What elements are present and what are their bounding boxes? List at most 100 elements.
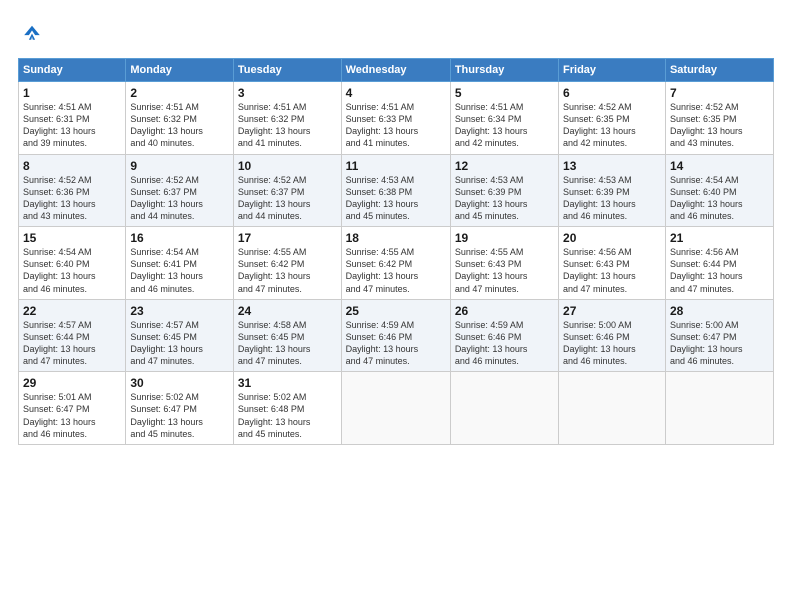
day-info: Sunrise: 4:59 AM Sunset: 6:46 PM Dayligh… bbox=[455, 319, 554, 368]
day-number: 28 bbox=[670, 304, 769, 318]
header-cell-saturday: Saturday bbox=[665, 59, 773, 82]
day-info: Sunrise: 4:51 AM Sunset: 6:31 PM Dayligh… bbox=[23, 101, 121, 150]
day-number: 17 bbox=[238, 231, 337, 245]
day-info: Sunrise: 4:52 AM Sunset: 6:35 PM Dayligh… bbox=[670, 101, 769, 150]
day-number: 9 bbox=[130, 159, 229, 173]
calendar-cell: 18 Sunrise: 4:55 AM Sunset: 6:42 PM Dayl… bbox=[341, 227, 450, 300]
day-info: Sunrise: 4:58 AM Sunset: 6:45 PM Dayligh… bbox=[238, 319, 337, 368]
day-number: 21 bbox=[670, 231, 769, 245]
day-info: Sunrise: 4:52 AM Sunset: 6:36 PM Dayligh… bbox=[23, 174, 121, 223]
day-number: 25 bbox=[346, 304, 446, 318]
calendar-cell: 20 Sunrise: 4:56 AM Sunset: 6:43 PM Dayl… bbox=[559, 227, 666, 300]
day-info: Sunrise: 5:02 AM Sunset: 6:48 PM Dayligh… bbox=[238, 391, 337, 440]
day-info: Sunrise: 5:00 AM Sunset: 6:46 PM Dayligh… bbox=[563, 319, 661, 368]
day-number: 2 bbox=[130, 86, 229, 100]
day-number: 24 bbox=[238, 304, 337, 318]
page: SundayMondayTuesdayWednesdayThursdayFrid… bbox=[0, 0, 792, 612]
header-cell-thursday: Thursday bbox=[450, 59, 558, 82]
day-info: Sunrise: 4:52 AM Sunset: 6:35 PM Dayligh… bbox=[563, 101, 661, 150]
calendar-table: SundayMondayTuesdayWednesdayThursdayFrid… bbox=[18, 58, 774, 445]
day-info: Sunrise: 4:51 AM Sunset: 6:32 PM Dayligh… bbox=[238, 101, 337, 150]
day-number: 3 bbox=[238, 86, 337, 100]
day-info: Sunrise: 4:51 AM Sunset: 6:34 PM Dayligh… bbox=[455, 101, 554, 150]
day-info: Sunrise: 4:54 AM Sunset: 6:41 PM Dayligh… bbox=[130, 246, 229, 295]
day-info: Sunrise: 4:54 AM Sunset: 6:40 PM Dayligh… bbox=[23, 246, 121, 295]
day-info: Sunrise: 4:52 AM Sunset: 6:37 PM Dayligh… bbox=[238, 174, 337, 223]
day-info: Sunrise: 4:57 AM Sunset: 6:44 PM Dayligh… bbox=[23, 319, 121, 368]
calendar-cell: 19 Sunrise: 4:55 AM Sunset: 6:43 PM Dayl… bbox=[450, 227, 558, 300]
day-info: Sunrise: 4:53 AM Sunset: 6:39 PM Dayligh… bbox=[455, 174, 554, 223]
calendar-cell: 29 Sunrise: 5:01 AM Sunset: 6:47 PM Dayl… bbox=[19, 372, 126, 445]
day-number: 4 bbox=[346, 86, 446, 100]
calendar-cell: 8 Sunrise: 4:52 AM Sunset: 6:36 PM Dayli… bbox=[19, 154, 126, 227]
day-number: 1 bbox=[23, 86, 121, 100]
day-number: 18 bbox=[346, 231, 446, 245]
calendar-cell: 4 Sunrise: 4:51 AM Sunset: 6:33 PM Dayli… bbox=[341, 82, 450, 155]
day-info: Sunrise: 4:59 AM Sunset: 6:46 PM Dayligh… bbox=[346, 319, 446, 368]
calendar-header: SundayMondayTuesdayWednesdayThursdayFrid… bbox=[19, 59, 774, 82]
day-number: 15 bbox=[23, 231, 121, 245]
calendar-cell: 6 Sunrise: 4:52 AM Sunset: 6:35 PM Dayli… bbox=[559, 82, 666, 155]
calendar-cell: 9 Sunrise: 4:52 AM Sunset: 6:37 PM Dayli… bbox=[126, 154, 234, 227]
calendar-cell: 14 Sunrise: 4:54 AM Sunset: 6:40 PM Dayl… bbox=[665, 154, 773, 227]
header-cell-tuesday: Tuesday bbox=[233, 59, 341, 82]
calendar-cell: 1 Sunrise: 4:51 AM Sunset: 6:31 PM Dayli… bbox=[19, 82, 126, 155]
day-info: Sunrise: 5:01 AM Sunset: 6:47 PM Dayligh… bbox=[23, 391, 121, 440]
calendar-body: 1 Sunrise: 4:51 AM Sunset: 6:31 PM Dayli… bbox=[19, 82, 774, 445]
day-info: Sunrise: 4:55 AM Sunset: 6:42 PM Dayligh… bbox=[346, 246, 446, 295]
day-number: 27 bbox=[563, 304, 661, 318]
calendar-cell: 3 Sunrise: 4:51 AM Sunset: 6:32 PM Dayli… bbox=[233, 82, 341, 155]
day-info: Sunrise: 4:53 AM Sunset: 6:38 PM Dayligh… bbox=[346, 174, 446, 223]
day-info: Sunrise: 5:00 AM Sunset: 6:47 PM Dayligh… bbox=[670, 319, 769, 368]
day-info: Sunrise: 4:55 AM Sunset: 6:43 PM Dayligh… bbox=[455, 246, 554, 295]
day-number: 29 bbox=[23, 376, 121, 390]
day-number: 7 bbox=[670, 86, 769, 100]
calendar-cell bbox=[450, 372, 558, 445]
day-number: 30 bbox=[130, 376, 229, 390]
day-info: Sunrise: 5:02 AM Sunset: 6:47 PM Dayligh… bbox=[130, 391, 229, 440]
calendar-cell: 25 Sunrise: 4:59 AM Sunset: 6:46 PM Dayl… bbox=[341, 299, 450, 372]
day-number: 12 bbox=[455, 159, 554, 173]
calendar-cell: 5 Sunrise: 4:51 AM Sunset: 6:34 PM Dayli… bbox=[450, 82, 558, 155]
calendar-cell: 2 Sunrise: 4:51 AM Sunset: 6:32 PM Dayli… bbox=[126, 82, 234, 155]
day-number: 16 bbox=[130, 231, 229, 245]
calendar-cell: 31 Sunrise: 5:02 AM Sunset: 6:48 PM Dayl… bbox=[233, 372, 341, 445]
day-info: Sunrise: 4:51 AM Sunset: 6:32 PM Dayligh… bbox=[130, 101, 229, 150]
calendar-cell: 21 Sunrise: 4:56 AM Sunset: 6:44 PM Dayl… bbox=[665, 227, 773, 300]
calendar-cell: 15 Sunrise: 4:54 AM Sunset: 6:40 PM Dayl… bbox=[19, 227, 126, 300]
header-cell-monday: Monday bbox=[126, 59, 234, 82]
day-number: 13 bbox=[563, 159, 661, 173]
day-number: 10 bbox=[238, 159, 337, 173]
calendar-cell: 24 Sunrise: 4:58 AM Sunset: 6:45 PM Dayl… bbox=[233, 299, 341, 372]
calendar-cell bbox=[341, 372, 450, 445]
day-info: Sunrise: 4:51 AM Sunset: 6:33 PM Dayligh… bbox=[346, 101, 446, 150]
logo bbox=[18, 18, 50, 46]
calendar-cell: 26 Sunrise: 4:59 AM Sunset: 6:46 PM Dayl… bbox=[450, 299, 558, 372]
calendar-week-2: 8 Sunrise: 4:52 AM Sunset: 6:36 PM Dayli… bbox=[19, 154, 774, 227]
day-info: Sunrise: 4:53 AM Sunset: 6:39 PM Dayligh… bbox=[563, 174, 661, 223]
day-info: Sunrise: 4:54 AM Sunset: 6:40 PM Dayligh… bbox=[670, 174, 769, 223]
day-number: 22 bbox=[23, 304, 121, 318]
header-cell-sunday: Sunday bbox=[19, 59, 126, 82]
day-number: 14 bbox=[670, 159, 769, 173]
calendar-cell: 12 Sunrise: 4:53 AM Sunset: 6:39 PM Dayl… bbox=[450, 154, 558, 227]
calendar-cell: 17 Sunrise: 4:55 AM Sunset: 6:42 PM Dayl… bbox=[233, 227, 341, 300]
calendar-cell: 27 Sunrise: 5:00 AM Sunset: 6:46 PM Dayl… bbox=[559, 299, 666, 372]
calendar-cell: 28 Sunrise: 5:00 AM Sunset: 6:47 PM Dayl… bbox=[665, 299, 773, 372]
calendar-cell: 30 Sunrise: 5:02 AM Sunset: 6:47 PM Dayl… bbox=[126, 372, 234, 445]
day-info: Sunrise: 4:57 AM Sunset: 6:45 PM Dayligh… bbox=[130, 319, 229, 368]
header-cell-wednesday: Wednesday bbox=[341, 59, 450, 82]
calendar-cell: 10 Sunrise: 4:52 AM Sunset: 6:37 PM Dayl… bbox=[233, 154, 341, 227]
calendar-cell bbox=[559, 372, 666, 445]
day-info: Sunrise: 4:56 AM Sunset: 6:43 PM Dayligh… bbox=[563, 246, 661, 295]
calendar-cell: 22 Sunrise: 4:57 AM Sunset: 6:44 PM Dayl… bbox=[19, 299, 126, 372]
calendar-week-3: 15 Sunrise: 4:54 AM Sunset: 6:40 PM Dayl… bbox=[19, 227, 774, 300]
day-number: 26 bbox=[455, 304, 554, 318]
header-row: SundayMondayTuesdayWednesdayThursdayFrid… bbox=[19, 59, 774, 82]
calendar-cell: 11 Sunrise: 4:53 AM Sunset: 6:38 PM Dayl… bbox=[341, 154, 450, 227]
day-info: Sunrise: 4:55 AM Sunset: 6:42 PM Dayligh… bbox=[238, 246, 337, 295]
day-number: 11 bbox=[346, 159, 446, 173]
logo-icon bbox=[18, 18, 46, 46]
calendar-cell: 23 Sunrise: 4:57 AM Sunset: 6:45 PM Dayl… bbox=[126, 299, 234, 372]
calendar-cell: 7 Sunrise: 4:52 AM Sunset: 6:35 PM Dayli… bbox=[665, 82, 773, 155]
